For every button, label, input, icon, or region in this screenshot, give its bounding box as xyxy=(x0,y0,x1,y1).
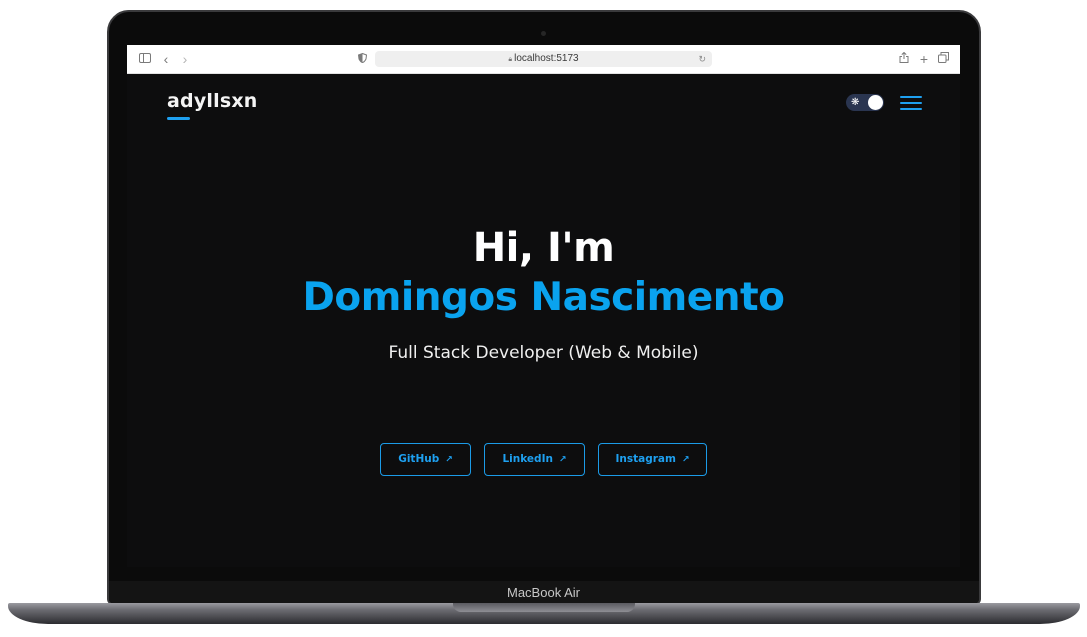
sidebar-icon[interactable] xyxy=(137,51,153,67)
github-label: GitHub xyxy=(398,453,440,465)
logo-underline xyxy=(167,117,190,120)
hero-greeting: Hi, I'm xyxy=(472,225,615,271)
shield-icon[interactable] xyxy=(356,51,368,67)
device-model-label: MacBook Air xyxy=(507,585,580,600)
reload-icon[interactable]: ↻ xyxy=(698,51,706,67)
tabs-overview-icon[interactable] xyxy=(937,51,949,67)
github-button[interactable]: GitHub ↗ xyxy=(380,443,471,476)
instagram-label: Instagram xyxy=(615,453,676,465)
theme-toggle[interactable]: ❋ xyxy=(846,94,884,111)
site-logo[interactable]: adyllsxn xyxy=(167,90,258,112)
external-arrow-icon: ↗ xyxy=(558,455,567,465)
chevron-left-icon[interactable]: ‹ xyxy=(160,51,172,67)
laptop-mockup: ‹ › 🔒︎ localhost:5173 ↻ + adyllsxn ❋ Hi,… xyxy=(0,0,1087,637)
portfolio-page: adyllsxn ❋ Hi, I'm Domingos Nascimento F… xyxy=(127,74,960,567)
chevron-right-icon[interactable]: › xyxy=(179,51,191,67)
url-text: localhost:5173 xyxy=(514,53,579,64)
camera xyxy=(541,31,546,36)
linkedin-button[interactable]: LinkedIn ↗ xyxy=(484,443,585,476)
external-arrow-icon: ↗ xyxy=(681,455,690,465)
hamburger-menu-icon[interactable] xyxy=(900,96,922,110)
laptop-screen: ‹ › 🔒︎ localhost:5173 ↻ + adyllsxn ❋ Hi,… xyxy=(127,45,960,567)
linkedin-label: LinkedIn xyxy=(502,453,553,465)
lock-icon: 🔒︎ xyxy=(508,56,513,63)
external-arrow-icon: ↗ xyxy=(445,455,453,465)
sun-icon: ❋ xyxy=(851,97,860,108)
toggle-knob xyxy=(868,95,883,110)
hero-name: Domingos Nascimento xyxy=(302,275,785,320)
address-bar[interactable]: 🔒︎ localhost:5173 ↻ xyxy=(375,51,712,67)
share-icon[interactable] xyxy=(898,51,910,67)
plus-icon[interactable]: + xyxy=(918,51,930,67)
laptop-notch xyxy=(453,603,635,612)
hero-role: Full Stack Developer (Web & Mobile) xyxy=(388,343,699,363)
instagram-button[interactable]: Instagram ↗ xyxy=(598,443,707,476)
browser-toolbar: ‹ › 🔒︎ localhost:5173 ↻ + xyxy=(127,45,960,74)
